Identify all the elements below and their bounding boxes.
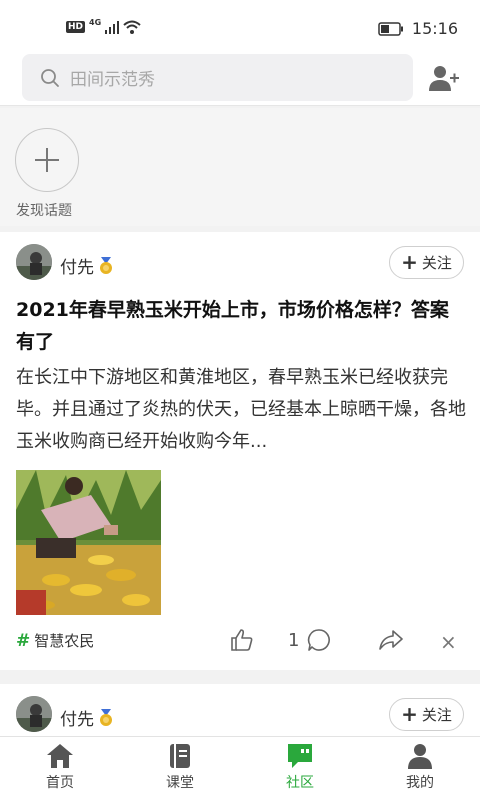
discover-topics-button[interactable] [15, 128, 79, 192]
tab-mine[interactable]: 我的 [360, 737, 480, 800]
comment-count: 1 [288, 629, 300, 651]
search-header: 田间示范秀 [0, 50, 480, 106]
post-image[interactable] [16, 470, 161, 615]
avatar[interactable] [16, 244, 52, 280]
clock: 15:16 [411, 19, 458, 38]
discover-topics-label: 发现话题 [16, 203, 72, 219]
plus-icon [35, 148, 59, 172]
tab-community[interactable]: 社区 [240, 737, 360, 800]
plus-icon: + [401, 249, 418, 274]
tab-classroom[interactable]: 课堂 [120, 737, 240, 800]
battery-icon [378, 21, 403, 36]
thumbs-up-icon[interactable] [230, 628, 254, 652]
search-input[interactable]: 田间示范秀 [22, 54, 413, 101]
chat-quote-icon [288, 744, 312, 768]
author-name: 付先 [60, 710, 94, 730]
bottom-tab-bar: 首页 课堂 社区 我的 [0, 736, 480, 800]
topics-section: 发现话题 [0, 108, 480, 226]
tab-home[interactable]: 首页 [0, 737, 120, 800]
search-placeholder: 田间示范秀 [70, 70, 155, 90]
wifi-icon [123, 20, 141, 34]
tab-label: 课堂 [166, 775, 194, 791]
avatar-image [16, 244, 52, 280]
signal-icon [105, 20, 120, 34]
topic-tag-label: 智慧农民 [34, 632, 95, 650]
network-indicators: HD 4G [66, 17, 141, 34]
medal-icon [100, 708, 112, 726]
follow-label: 关注 [421, 706, 452, 724]
author-name: 付先 [60, 258, 94, 278]
follow-label: 关注 [421, 254, 452, 272]
home-icon [47, 744, 73, 768]
post-summary[interactable]: 在长江中下游地区和黄淮地区，春早熟玉米已经收获完毕。并且通过了炎热的伏天，已经基… [16, 362, 466, 458]
topic-tag[interactable]: # 智慧农民 [16, 630, 94, 651]
search-icon [41, 68, 59, 87]
avatar[interactable] [16, 696, 52, 732]
author[interactable]: 付先 [60, 705, 114, 730]
comment-icon [308, 629, 331, 651]
plus-icon: + [401, 701, 418, 726]
post-title[interactable]: 2021年春早熟玉米开始上市，市场价格怎样？答案有了 [16, 294, 466, 358]
tab-label: 社区 [286, 775, 314, 791]
corn-harvest-image [16, 470, 161, 615]
close-icon[interactable]: × [440, 630, 457, 654]
status-right: 15:16 [378, 19, 458, 38]
book-icon [170, 744, 190, 768]
post-card: 付先 + 关注 2021年春早熟玉米开始上市，市场价格怎样？答案有了 在长江中下… [0, 232, 480, 670]
follow-button[interactable]: + 关注 [389, 246, 464, 279]
add-friend-icon[interactable] [428, 64, 460, 92]
post-actions: # 智慧农民 1 × [16, 628, 466, 656]
hash-icon: # [16, 630, 31, 651]
status-bar: HD 4G 15:16 [0, 0, 480, 50]
person-icon [408, 744, 432, 769]
follow-button[interactable]: + 关注 [389, 698, 464, 731]
share-icon[interactable] [378, 628, 404, 652]
author[interactable]: 付先 [60, 253, 114, 278]
comment-button[interactable]: 1 [288, 628, 331, 652]
post-card: 付先 + 关注 [0, 684, 480, 744]
tab-label: 首页 [46, 775, 74, 791]
hd-badge: HD [66, 21, 86, 33]
network-type: 4G [89, 17, 102, 27]
medal-icon [100, 256, 112, 274]
avatar-image [16, 696, 52, 732]
tab-label: 我的 [406, 775, 434, 791]
